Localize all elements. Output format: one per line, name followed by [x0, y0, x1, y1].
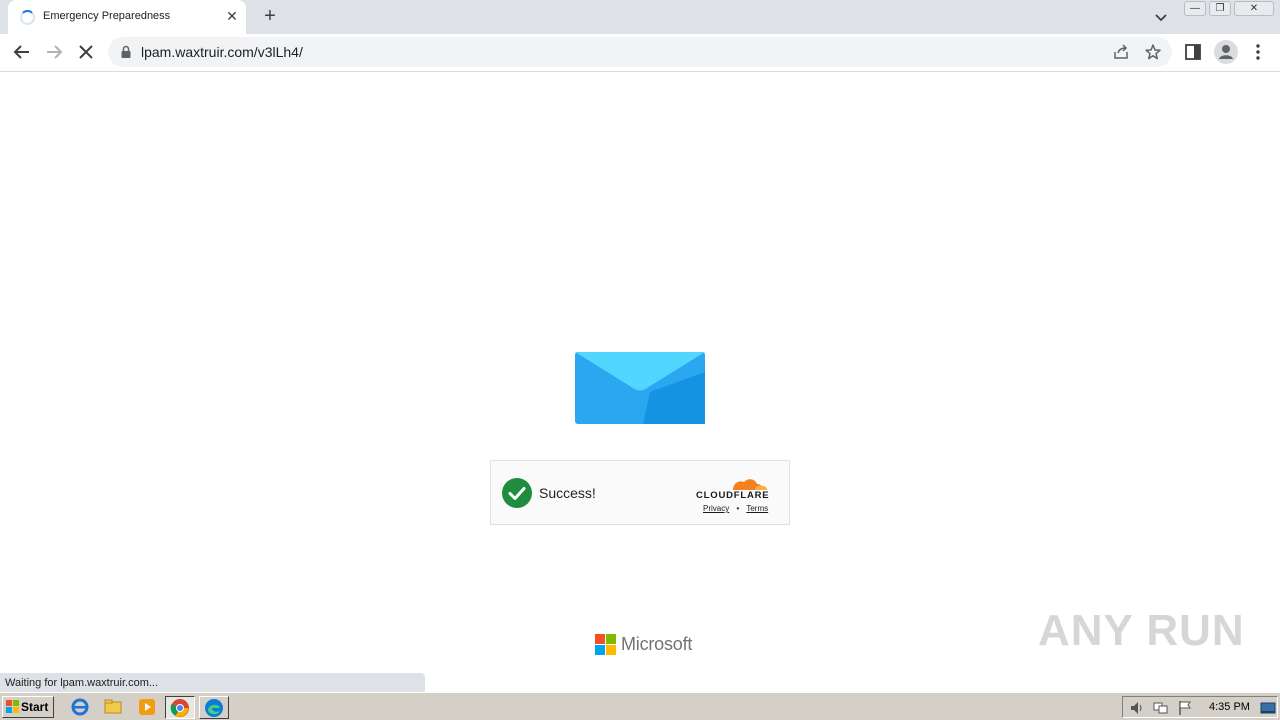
taskbar-clock[interactable]: 4:35 PM [1209, 701, 1250, 713]
microsoft-logo-icon [595, 634, 616, 655]
privacy-link[interactable]: Privacy [703, 504, 729, 513]
minimize-button[interactable]: — [1184, 1, 1206, 16]
cloudflare-captcha-widget[interactable]: Success! CLOUDFLARE Privacy • Terms [490, 460, 790, 525]
chrome-taskbar-button[interactable] [165, 696, 195, 719]
loading-spinner-icon [20, 10, 35, 25]
bookmark-star-icon[interactable] [1144, 43, 1162, 61]
captcha-status-text: Success! [539, 485, 596, 501]
cloudflare-wordmark: CLOUDFLARE [696, 490, 770, 501]
network-icon[interactable] [1153, 700, 1169, 716]
lock-icon[interactable] [120, 45, 132, 59]
share-icon[interactable] [1112, 43, 1130, 61]
explorer-icon[interactable] [103, 697, 123, 717]
back-arrow-icon[interactable] [8, 38, 36, 66]
side-panel-icon[interactable] [1184, 43, 1202, 61]
cloudflare-links: Privacy • Terms [703, 504, 768, 513]
page-content: Success! CLOUDFLARE Privacy • Terms Micr… [0, 72, 1280, 692]
kebab-menu-icon[interactable] [1250, 41, 1266, 63]
profile-avatar-icon[interactable] [1214, 40, 1238, 64]
browser-tab[interactable]: Emergency Preparedness ✕ [8, 0, 246, 34]
chrome-icon [170, 699, 189, 717]
success-checkmark-icon [502, 478, 532, 508]
volume-icon[interactable] [1129, 700, 1145, 716]
edge-taskbar-button[interactable] [199, 696, 229, 719]
ie-icon[interactable] [70, 697, 90, 717]
action-center-flag-icon[interactable] [1177, 700, 1193, 716]
status-bar: Waiting for lpam.waxtruir.com... [0, 673, 425, 692]
start-button[interactable]: Start [2, 696, 54, 718]
forward-arrow-icon[interactable] [40, 38, 68, 66]
chevron-down-icon[interactable] [1150, 6, 1172, 28]
windows-flag-icon [6, 700, 19, 713]
new-tab-button[interactable]: + [258, 5, 282, 29]
url-text[interactable]: lpam.waxtruir.com/v3lLh4/ [141, 44, 303, 60]
tab-title: Emergency Preparedness [43, 10, 171, 22]
browser-toolbar: lpam.waxtruir.com/v3lLh4/ [0, 34, 1280, 72]
microsoft-wordmark: Microsoft [621, 634, 693, 654]
restore-button[interactable]: ❐ [1209, 1, 1231, 16]
start-label: Start [21, 700, 49, 714]
terms-link[interactable]: Terms [746, 504, 768, 513]
anyrun-watermark: ANY RUN [1038, 606, 1245, 655]
stop-loading-icon[interactable] [72, 38, 100, 66]
envelope-icon [575, 352, 705, 424]
address-bar[interactable]: lpam.waxtruir.com/v3lLh4/ [108, 37, 1172, 67]
system-tray: 4:35 PM [1122, 696, 1278, 718]
link-separator: • [736, 504, 740, 513]
show-desktop-icon[interactable] [1260, 700, 1276, 716]
media-player-icon[interactable] [137, 697, 157, 717]
edge-icon [205, 699, 223, 717]
tab-strip: Emergency Preparedness ✕ + — ❐ ✕ [0, 0, 1280, 34]
windows-taskbar: Start 4:35 PM [0, 692, 1280, 720]
tab-close-icon[interactable]: ✕ [224, 8, 240, 24]
close-window-button[interactable]: ✕ [1234, 1, 1274, 16]
